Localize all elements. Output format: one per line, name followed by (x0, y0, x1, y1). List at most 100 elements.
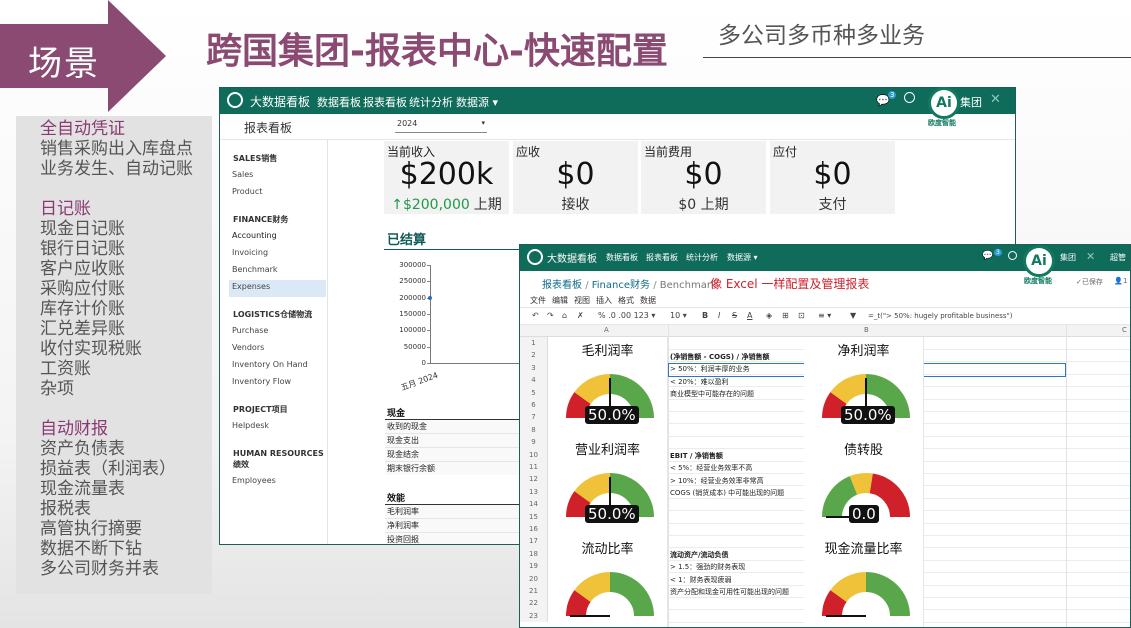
kpi-card[interactable]: 应付 $0 支付 (770, 141, 895, 214)
row-number[interactable]: 6 (520, 399, 548, 412)
debug-icon[interactable]: ✕ (1086, 250, 1095, 263)
sidebar-item[interactable]: Inventory Flow (232, 377, 291, 386)
note-line[interactable]: 资产分配和现金可用性可能出现的问题 (670, 587, 789, 597)
app-logo-icon[interactable] (227, 92, 243, 108)
row-number[interactable]: 8 (520, 423, 548, 437)
sidebar-item[interactable]: Product (232, 187, 262, 196)
clock-icon[interactable] (904, 92, 915, 103)
sidebar-item[interactable]: Purchase (232, 326, 268, 335)
note-line[interactable]: < 1：财务表现疲弱 (670, 575, 732, 585)
row-number[interactable]: 7 (520, 411, 548, 424)
gauge-card[interactable]: 毛利润率 50.0% (548, 337, 668, 436)
row-number[interactable]: 16 (520, 523, 548, 536)
clock-icon[interactable] (1008, 251, 1017, 260)
row-number[interactable]: 18 (520, 547, 548, 561)
row-number[interactable]: 14 (520, 498, 548, 511)
row-number[interactable]: 12 (520, 473, 548, 486)
sidebar-item[interactable]: Employees (232, 476, 276, 485)
table-row[interactable]: 期末银行余额 (385, 461, 525, 475)
column-c-header[interactable]: C (1122, 326, 1127, 334)
sheet-menu-item[interactable]: 视图 (574, 295, 590, 306)
column-b-header[interactable]: B (864, 326, 869, 334)
row-number[interactable]: 4 (520, 374, 548, 387)
table-row[interactable]: 毛利润率 (385, 504, 525, 518)
row-number[interactable]: 9 (520, 436, 548, 449)
company-switch[interactable]: 集团 (960, 94, 982, 110)
sidebar-item[interactable]: Vendors (232, 343, 264, 352)
sidebar-item[interactable]: Expenses (232, 282, 270, 291)
table-row[interactable]: 现金结余 (385, 447, 525, 461)
data-point[interactable] (428, 295, 432, 300)
merge-cells-icon[interactable]: ⊡ (798, 311, 805, 320)
breadcrumb-finance[interactable]: Finance财务 (592, 280, 650, 291)
note-line[interactable]: 商业模型中可能存在的问题 (670, 389, 754, 399)
sidebar-item[interactable]: Invoicing (232, 248, 268, 257)
sheet-menu-item[interactable]: 数据 (640, 295, 656, 306)
note-formula[interactable]: EBIT / 净销售额 (670, 451, 723, 461)
row-number[interactable]: 5 (520, 386, 548, 399)
row-number[interactable]: 21 (520, 585, 548, 598)
menu-stats[interactable]: 统计分析 (409, 94, 453, 110)
sidebar-item[interactable]: Inventory On Hand (232, 360, 308, 369)
bold-button[interactable]: B (702, 311, 708, 320)
gauge-card[interactable]: 现金流量比率 (804, 535, 924, 627)
row-number[interactable]: 3 (520, 361, 548, 375)
sheet-menu-item[interactable]: 格式 (618, 295, 634, 306)
menu-datasource[interactable]: 数据源 ▾ (727, 252, 758, 263)
sidebar-item[interactable]: Helpdesk (232, 421, 269, 430)
clear-format-icon[interactable]: ✗ (577, 311, 584, 320)
app-name[interactable]: 大数据看板 (250, 93, 310, 110)
column-a-header[interactable]: A (604, 326, 609, 334)
table-row[interactable]: 现金支出 (385, 433, 525, 447)
chat-icon[interactable]: 💬 (982, 251, 993, 261)
row-number[interactable]: 23 (520, 609, 548, 623)
row-number[interactable]: 19 (520, 560, 548, 573)
sidebar-item[interactable]: Sales (232, 170, 253, 179)
company-switch[interactable]: 集团 (1060, 252, 1076, 263)
table-row[interactable]: 投资回报 (385, 532, 525, 544)
table-row[interactable]: 收到的现金 (385, 419, 525, 433)
undo-icon[interactable]: ↶ (532, 311, 539, 320)
row-number[interactable]: 20 (520, 572, 548, 585)
italic-button[interactable]: I (718, 311, 720, 320)
row-number[interactable]: 13 (520, 485, 548, 499)
gauge-card[interactable]: 净利润率 50.0% (804, 337, 924, 436)
table-row[interactable]: 净利润率 (385, 518, 525, 532)
row-number[interactable]: 15 (520, 510, 548, 523)
filter-icon[interactable]: ▼ (850, 311, 856, 320)
row-number[interactable]: 1 (520, 337, 548, 350)
menu-stats[interactable]: 统计分析 (686, 252, 718, 263)
kpi-card[interactable]: 当前费用 $0 $0 上期 (641, 141, 766, 214)
gauge-card[interactable]: 流动比率 (548, 535, 668, 627)
sidebar-item[interactable]: Benchmark (232, 265, 278, 274)
text-color-button[interactable]: A (747, 311, 752, 320)
paint-format-icon[interactable]: ⌂ (562, 311, 567, 320)
note-line[interactable]: > 50%：利润丰厚的业务 (670, 364, 750, 374)
row-number[interactable]: 22 (520, 597, 548, 610)
borders-icon[interactable]: ⊞ (782, 311, 789, 320)
redo-icon[interactable]: ↷ (547, 311, 554, 320)
menu-report-board[interactable]: 报表看板 (646, 252, 678, 263)
strikethrough-button[interactable]: S (732, 311, 737, 320)
breadcrumb-report-board[interactable]: 报表看板 (542, 280, 582, 291)
note-formula[interactable]: (净销售额 - COGS) / 净销售额 (670, 352, 769, 362)
align-icon[interactable]: ≡ ▾ (818, 311, 831, 320)
note-line[interactable]: > 10%：经营业务效率非常高 (670, 476, 764, 486)
note-formula[interactable]: 流动资产/流动负债 (670, 550, 729, 560)
font-size-select[interactable]: 10 ▾ (670, 311, 687, 320)
kpi-card[interactable]: 当前收入 $200k ↑$200,000 上期 (384, 141, 509, 214)
debug-icon[interactable]: ✕ (990, 92, 1001, 107)
sidebar-item[interactable]: Accounting (232, 231, 277, 240)
menu-report-board[interactable]: 报表看板 (363, 94, 407, 110)
menu-dashboard[interactable]: 数据看板 (317, 94, 361, 110)
row-number[interactable]: 2 (520, 349, 548, 362)
row-number[interactable]: 11 (520, 461, 548, 474)
sheet-menu-item[interactable]: 文件 (530, 295, 546, 306)
menu-dashboard[interactable]: 数据看板 (606, 252, 638, 263)
sheet-menu-item[interactable]: 编辑 (552, 295, 568, 306)
year-select[interactable]: 2024 ▾ (395, 119, 487, 133)
note-line[interactable]: COGS (销货成本) 中可能出现的问题 (670, 488, 784, 498)
note-line[interactable]: < 20%：难以盈利 (670, 377, 729, 387)
gauge-card[interactable]: 债转股 0.0 (804, 436, 924, 535)
sheet-menu-item[interactable]: 插入 (596, 295, 612, 306)
